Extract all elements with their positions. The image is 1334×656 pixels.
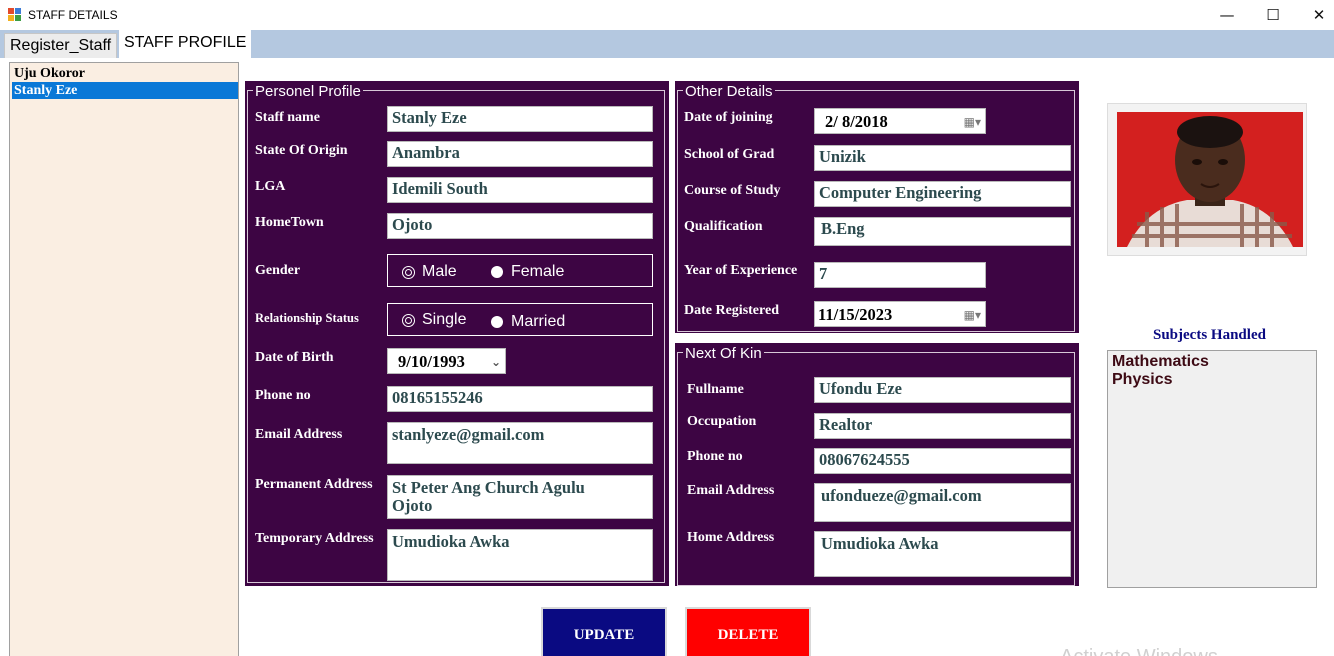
qualification-field[interactable]: B.Eng: [814, 217, 1071, 246]
photo-image: [1117, 112, 1303, 247]
calendar-icon[interactable]: ▦▾: [964, 308, 981, 322]
join-date-label: Date of joining: [684, 110, 773, 125]
kin-home-field[interactable]: Umudioka Awka: [814, 531, 1071, 577]
other-details-group: Other Details Date of joining 2/ 8/2018 …: [675, 81, 1079, 333]
registered-date-picker[interactable]: 11/15/2023 ▦▾: [814, 301, 986, 327]
dob-picker[interactable]: 9/10/1993 ⌄: [387, 348, 506, 374]
group-title: Next Of Kin: [683, 345, 764, 362]
radio-selected-icon: [402, 265, 415, 279]
kin-email-label: Email Address: [687, 483, 775, 498]
list-item[interactable]: Uju Okoror: [12, 65, 238, 82]
kin-fullname-label: Fullname: [687, 382, 744, 397]
gender-male-radio[interactable]: Male: [402, 263, 457, 281]
registered-date-value: 11/15/2023: [818, 305, 893, 324]
lga-label: LGA: [255, 179, 286, 194]
staff-name-field[interactable]: Stanly Eze: [387, 106, 653, 132]
kin-email-field[interactable]: ufondueze@gmail.com: [814, 483, 1071, 522]
dob-value: 9/10/1993: [398, 352, 465, 371]
app-icon: [8, 8, 21, 21]
person-portrait-icon: [1117, 112, 1303, 247]
married-radio[interactable]: Married: [491, 313, 565, 331]
lga-field[interactable]: Idemili South: [387, 177, 653, 203]
subject-item[interactable]: Mathematics: [1112, 353, 1312, 371]
title-bar: [0, 0, 1334, 30]
tab-staff-profile[interactable]: STAFF PROFILE: [119, 30, 252, 58]
kin-home-label: Home Address: [687, 530, 775, 545]
hometown-field[interactable]: Ojoto: [387, 213, 653, 239]
radio-icon: [491, 266, 503, 278]
kin-occupation-label: Occupation: [687, 414, 757, 429]
email-label: Email Address: [255, 427, 343, 442]
personal-profile-group: Personel Profile Staff name Stanly Eze S…: [245, 81, 669, 586]
course-field[interactable]: Computer Engineering: [814, 181, 1071, 207]
group-title: Personel Profile: [253, 83, 363, 100]
state-field[interactable]: Anambra: [387, 141, 653, 167]
school-field[interactable]: Unizik: [814, 145, 1071, 171]
delete-button[interactable]: DELETE: [685, 607, 811, 656]
perm-address-field[interactable]: St Peter Ang Church Agulu Ojoto: [387, 475, 653, 519]
kin-phone-label: Phone no: [687, 449, 743, 464]
join-date-value: 2/ 8/2018: [825, 112, 888, 131]
close-button[interactable]: ✕: [1296, 0, 1334, 30]
staff-photo[interactable]: [1107, 103, 1307, 256]
registered-label: Date Registered: [684, 303, 779, 318]
subjects-listbox[interactable]: Mathematics Physics: [1107, 350, 1317, 588]
window-title: STAFF DETAILS: [28, 8, 118, 22]
list-item-selected[interactable]: Stanly Eze: [12, 82, 238, 99]
update-button[interactable]: UPDATE: [541, 607, 667, 656]
activation-watermark: Activate Windows: [1060, 646, 1218, 656]
subject-item[interactable]: Physics: [1112, 371, 1312, 389]
state-label: State Of Origin: [255, 143, 348, 158]
qualification-label: Qualification: [684, 219, 763, 234]
join-date-picker[interactable]: 2/ 8/2018 ▦▾: [814, 108, 986, 134]
phone-field[interactable]: 08165155246: [387, 386, 653, 412]
subjects-title: Subjects Handled: [1153, 327, 1266, 343]
course-label: Course of Study: [684, 183, 781, 198]
gender-female-radio[interactable]: Female: [491, 263, 564, 281]
tab-register-staff[interactable]: Register_Staff: [4, 33, 118, 58]
staff-name-label: Staff name: [255, 110, 320, 125]
hometown-label: HomeTown: [255, 215, 324, 230]
relationship-radio-group: Single Married: [387, 303, 653, 336]
kin-fullname-field[interactable]: Ufondu Eze: [814, 377, 1071, 403]
perm-address-label: Permanent Address: [255, 477, 373, 492]
chevron-down-icon[interactable]: ⌄: [491, 355, 501, 369]
kin-occupation-field[interactable]: Realtor: [814, 413, 1071, 439]
kin-phone-field[interactable]: 08067624555: [814, 448, 1071, 474]
dob-label: Date of Birth: [255, 350, 334, 365]
gender-label: Gender: [255, 263, 301, 278]
experience-label: Year of Experience: [684, 263, 798, 278]
minimize-button[interactable]: —: [1204, 0, 1250, 30]
school-label: School of Grad: [684, 147, 775, 162]
maximize-button[interactable]: ☐: [1250, 0, 1296, 30]
radio-selected-icon: [402, 313, 415, 327]
radio-icon: [491, 316, 503, 328]
temp-address-field[interactable]: Umudioka Awka: [387, 529, 653, 581]
staff-listbox[interactable]: Uju Okoror Stanly Eze: [9, 62, 239, 656]
next-of-kin-group: Next Of Kin Fullname Ufondu Eze Occupati…: [675, 343, 1079, 586]
group-title: Other Details: [683, 83, 775, 100]
email-field[interactable]: stanlyeze@gmail.com: [387, 422, 653, 464]
temp-address-label: Temporary Address: [255, 531, 374, 546]
experience-field[interactable]: 7: [814, 262, 986, 288]
relationship-label: Relationship Status: [255, 311, 359, 325]
gender-radio-group: Male Female: [387, 254, 653, 287]
single-radio[interactable]: Single: [402, 311, 466, 329]
calendar-icon[interactable]: ▦▾: [964, 115, 981, 129]
phone-label: Phone no: [255, 388, 311, 403]
